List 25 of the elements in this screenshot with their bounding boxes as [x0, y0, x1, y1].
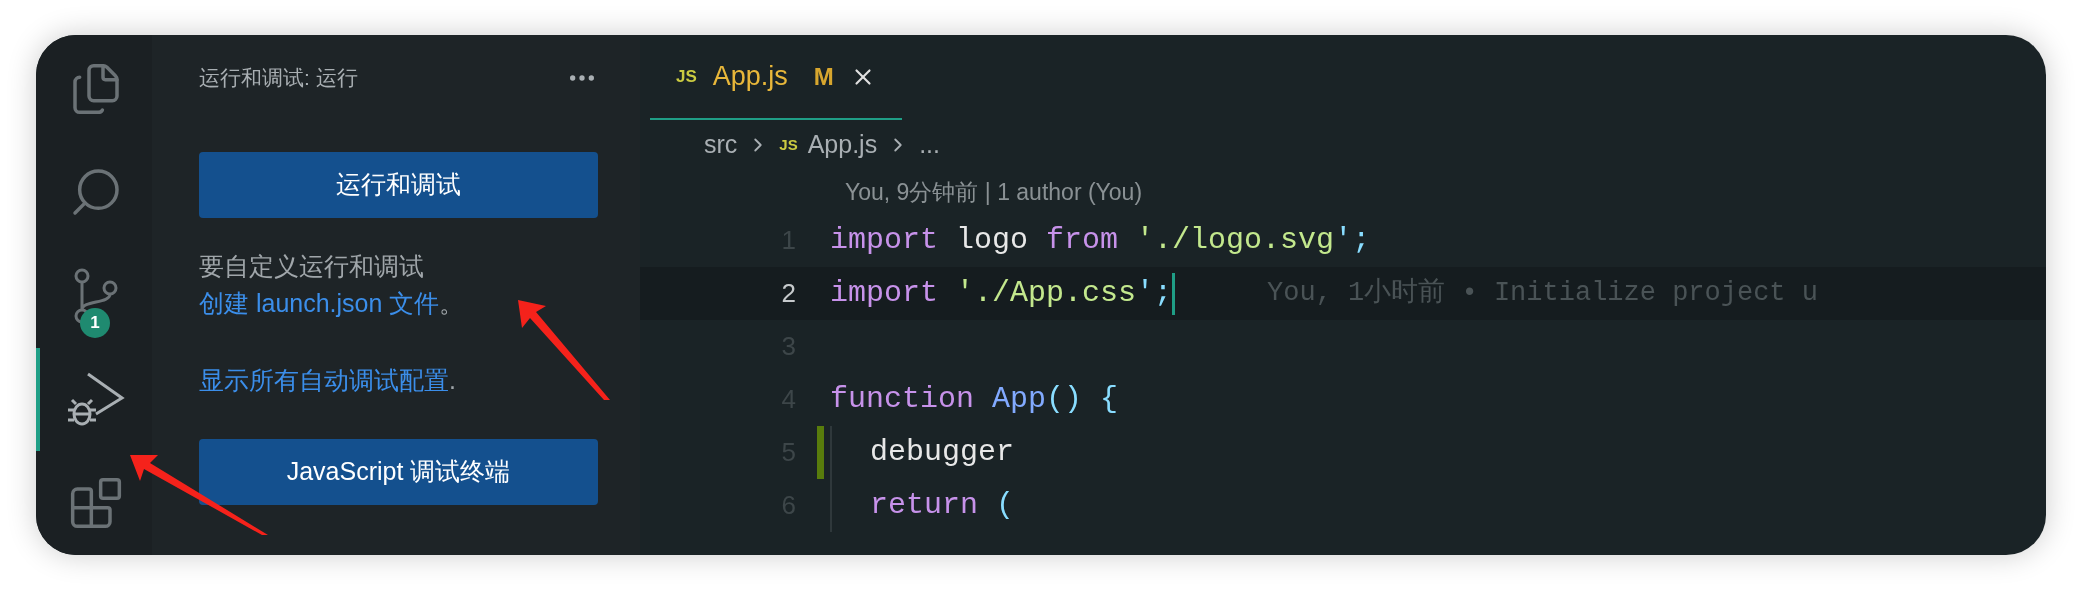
sidebar-title: 运行和调试: 运行: [199, 64, 358, 91]
codelens-text[interactable]: You, 9分钟前 | 1 author (You): [845, 174, 1143, 210]
sidebar-link[interactable]: 创建 launch.json 文件: [199, 289, 440, 317]
breadcrumb-item[interactable]: App.js: [807, 126, 878, 164]
code-text: function App() {: [830, 381, 1119, 418]
sidebar-text: 要自定义运行和调试 创建 launch.json 文件。: [199, 251, 466, 319]
sidebar-button[interactable]: 运行和调试: [199, 152, 598, 218]
tab-label: App.js: [712, 60, 788, 94]
sidebar-text: 显示所有自动调试配置.: [199, 365, 457, 396]
breadcrumb-item[interactable]: ...: [919, 126, 940, 164]
js-file-icon: JS: [779, 133, 798, 157]
activity-bar-item[interactable]: 1: [36, 244, 152, 348]
sidebar-button[interactable]: JavaScript 调试终端: [199, 439, 598, 505]
text-cursor: [1172, 272, 1176, 315]
js-file-icon: JS: [676, 63, 697, 90]
sidebar-link[interactable]: 显示所有自动调试配置: [199, 366, 449, 394]
editor-tab[interactable]: JS App.js M: [650, 35, 902, 120]
code-text: import './App.css';: [830, 275, 1173, 312]
code-text: return (: [870, 487, 1015, 524]
code-text: import logo from './logo.svg';: [830, 222, 1371, 259]
code-text: debugger: [870, 434, 1015, 471]
notification-badge: 1: [80, 308, 110, 339]
modified-status: M: [813, 61, 834, 92]
line-number: 2: [781, 277, 796, 310]
breadcrumb-item[interactable]: src: [704, 126, 738, 164]
